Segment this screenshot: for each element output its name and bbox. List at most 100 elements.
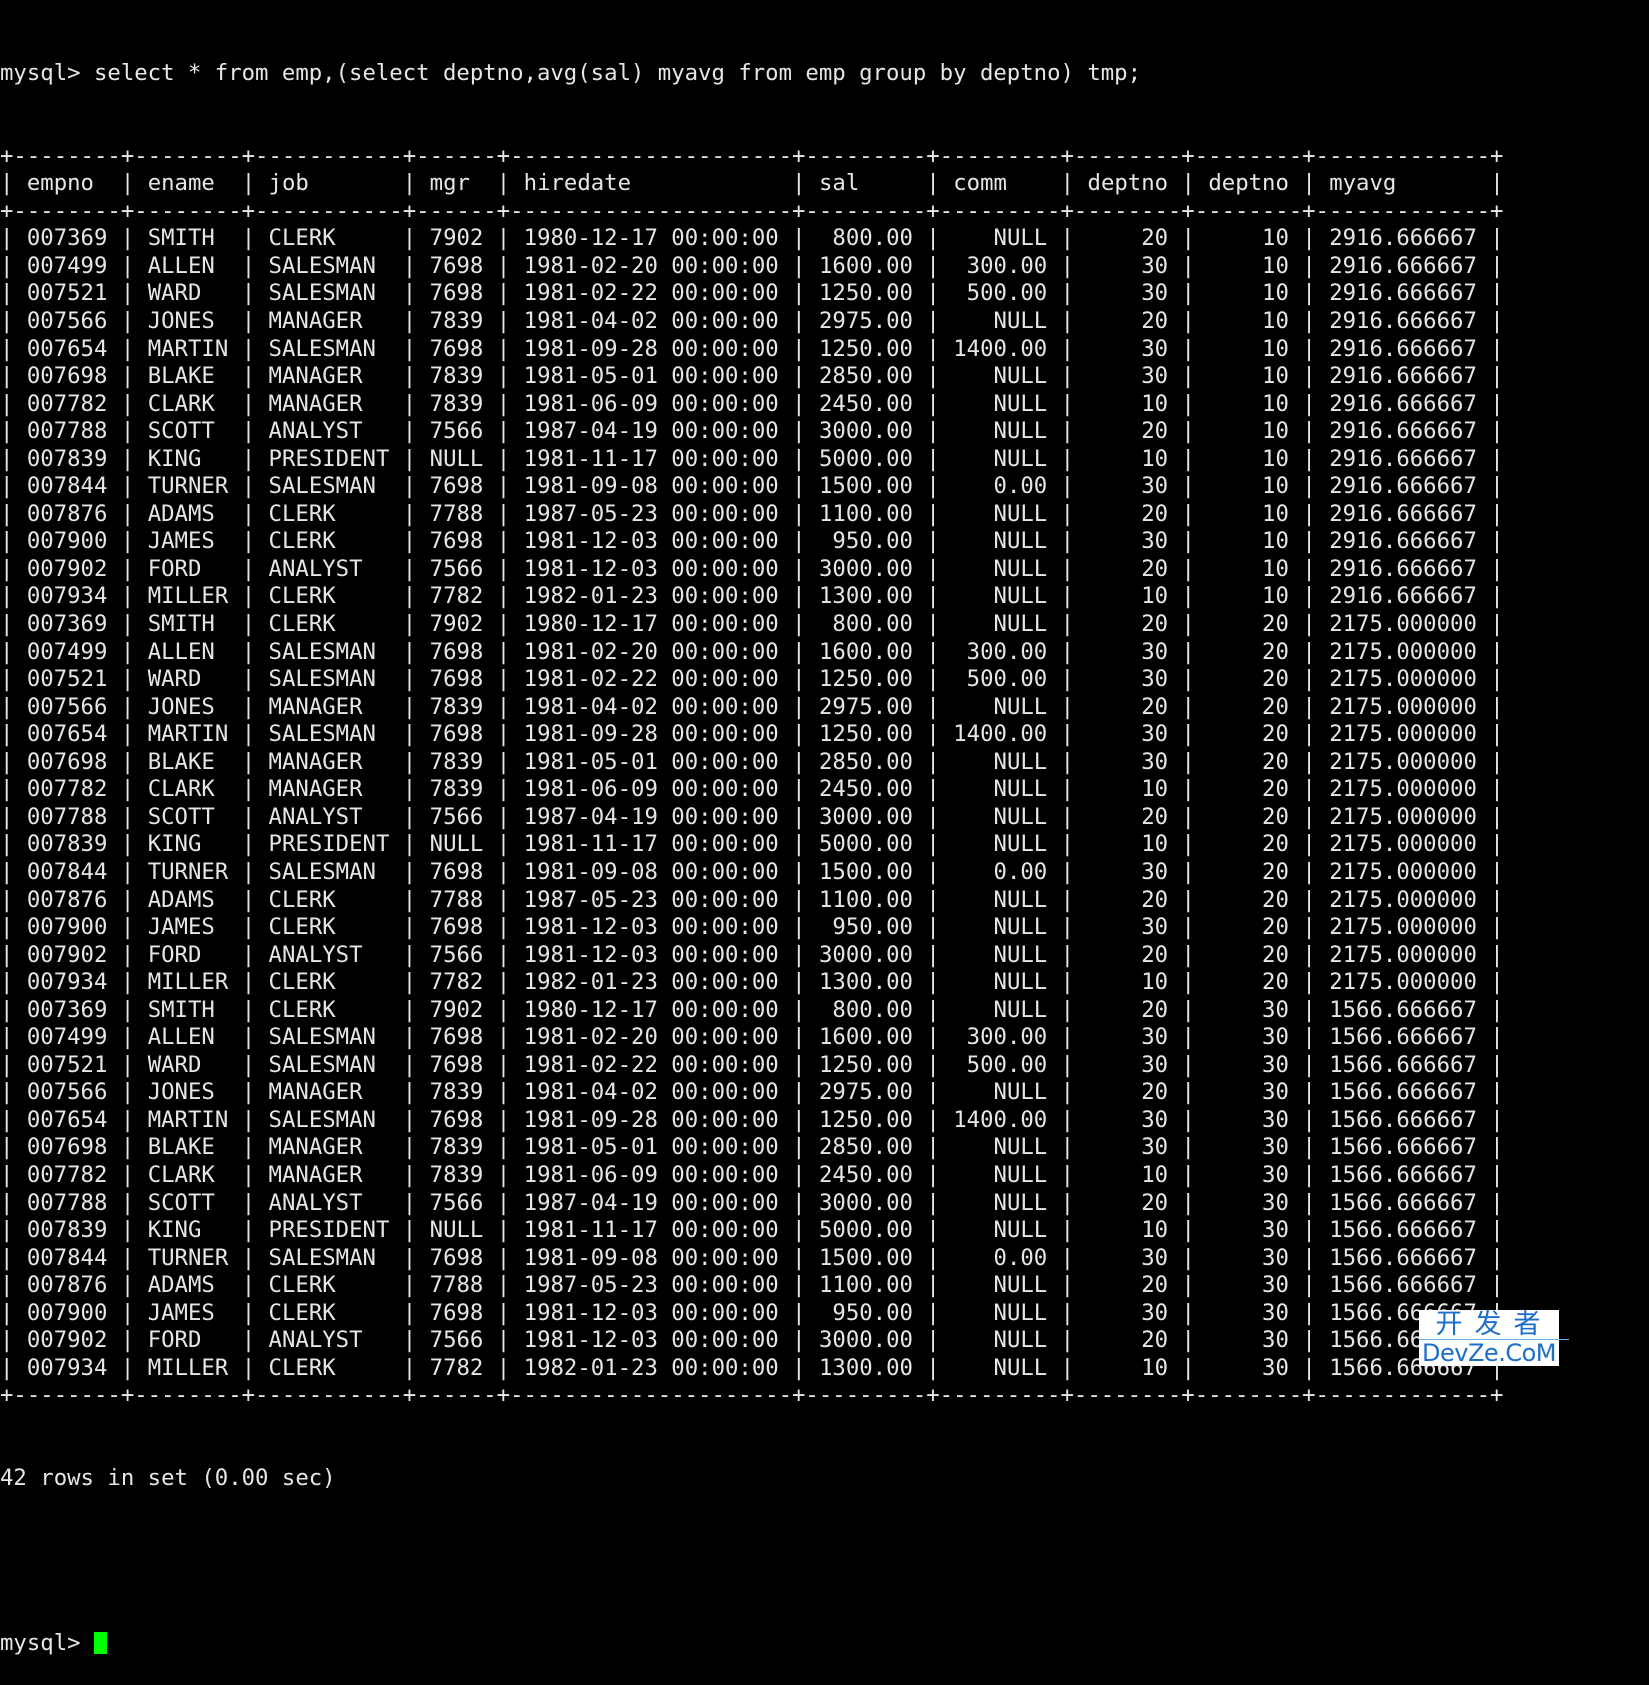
cell-empno: 007839 bbox=[13, 1217, 121, 1244]
cell-empno: 007654 bbox=[13, 721, 121, 748]
table-row: | 007566 | JONES | MANAGER | 7839 | 1981… bbox=[0, 308, 1504, 335]
cell-hiredate: 1981-12-03 00:00:00 bbox=[510, 941, 793, 968]
cell-ename: FORD bbox=[134, 941, 242, 968]
cell-job: SALESMAN bbox=[255, 858, 403, 885]
cell-deptno: 30 bbox=[1074, 748, 1182, 775]
cell-myavg: 1566.666667 bbox=[1315, 1189, 1491, 1216]
table-row: | 007839 | KING | PRESIDENT | NULL | 198… bbox=[0, 1217, 1504, 1244]
cell-comm: NULL bbox=[939, 308, 1061, 335]
cell-hiredate: 1987-05-23 00:00:00 bbox=[510, 500, 793, 527]
cell-sal: 800.00 bbox=[805, 611, 927, 638]
cell-ename: CLARK bbox=[134, 776, 242, 803]
column-header-deptno: deptno bbox=[1194, 170, 1303, 197]
table-row: | 007934 | MILLER | CLERK | 7782 | 1982-… bbox=[0, 583, 1504, 610]
cell-deptno: 30 bbox=[1074, 721, 1182, 748]
cell-job: MANAGER bbox=[255, 308, 403, 335]
cell-empno: 007934 bbox=[13, 969, 121, 996]
cell-deptno: 30 bbox=[1194, 1079, 1303, 1106]
cell-deptno: 30 bbox=[1194, 1189, 1303, 1216]
terminal-window[interactable]: mysql> select * from emp,(select deptno,… bbox=[0, 0, 1649, 1656]
cell-empno: 007698 bbox=[13, 748, 121, 775]
cell-sal: 950.00 bbox=[805, 914, 927, 941]
cell-hiredate: 1981-06-09 00:00:00 bbox=[510, 390, 793, 417]
cell-comm: 500.00 bbox=[939, 666, 1061, 693]
cell-ename: MILLER bbox=[134, 583, 242, 610]
prompt: mysql> bbox=[0, 60, 94, 87]
cell-mgr: 7566 bbox=[416, 555, 497, 582]
cell-hiredate: 1981-12-03 00:00:00 bbox=[510, 528, 793, 555]
cell-empno: 007566 bbox=[13, 1079, 121, 1106]
cell-job: CLERK bbox=[255, 1354, 403, 1381]
cell-hiredate: 1980-12-17 00:00:00 bbox=[510, 225, 793, 252]
cell-comm: 0.00 bbox=[939, 473, 1061, 500]
cell-mgr: 7839 bbox=[416, 363, 497, 390]
cell-ename: JONES bbox=[134, 308, 242, 335]
table-row: | 007788 | SCOTT | ANALYST | 7566 | 1987… bbox=[0, 803, 1504, 830]
cell-ename: SMITH bbox=[134, 611, 242, 638]
cell-deptno: 20 bbox=[1074, 1079, 1182, 1106]
cell-comm: 0.00 bbox=[939, 858, 1061, 885]
cell-ename: SCOTT bbox=[134, 1189, 242, 1216]
cell-myavg: 1566.666667 bbox=[1315, 1217, 1491, 1244]
cell-empno: 007566 bbox=[13, 693, 121, 720]
cell-ename: BLAKE bbox=[134, 748, 242, 775]
cell-mgr: 7839 bbox=[416, 776, 497, 803]
cell-myavg: 2175.000000 bbox=[1315, 721, 1491, 748]
cell-deptno: 30 bbox=[1194, 1106, 1303, 1133]
cell-myavg: 1566.666667 bbox=[1315, 1106, 1491, 1133]
cell-deptno: 30 bbox=[1074, 473, 1182, 500]
cell-ename: ADAMS bbox=[134, 886, 242, 913]
cell-deptno: 10 bbox=[1194, 252, 1303, 279]
table-row: | 007839 | KING | PRESIDENT | NULL | 198… bbox=[0, 831, 1504, 858]
cell-empno: 007788 bbox=[13, 1189, 121, 1216]
cell-mgr: 7698 bbox=[416, 335, 497, 362]
cell-job: CLERK bbox=[255, 611, 403, 638]
input-line[interactable]: mysql> bbox=[0, 1630, 1649, 1658]
cell-empno: 007654 bbox=[13, 335, 121, 362]
cell-mgr: 7566 bbox=[416, 803, 497, 830]
cell-myavg: 1566.666667 bbox=[1315, 1051, 1491, 1078]
table-row: | 007698 | BLAKE | MANAGER | 7839 | 1981… bbox=[0, 363, 1504, 390]
result-summary: 42 rows in set (0.00 sec) bbox=[0, 1464, 336, 1491]
cell-sal: 1300.00 bbox=[805, 1354, 927, 1381]
cell-hiredate: 1982-01-23 00:00:00 bbox=[510, 969, 793, 996]
cell-deptno: 20 bbox=[1074, 418, 1182, 445]
cell-deptno: 10 bbox=[1194, 445, 1303, 472]
cell-sal: 3000.00 bbox=[805, 1327, 927, 1354]
cell-hiredate: 1980-12-17 00:00:00 bbox=[510, 996, 793, 1023]
cell-deptno: 20 bbox=[1074, 1327, 1182, 1354]
cell-ename: ADAMS bbox=[134, 500, 242, 527]
cell-deptno: 30 bbox=[1074, 363, 1182, 390]
cell-sal: 1250.00 bbox=[805, 280, 927, 307]
cell-job: MANAGER bbox=[255, 363, 403, 390]
cell-hiredate: 1981-09-08 00:00:00 bbox=[510, 1244, 793, 1271]
cell-deptno: 20 bbox=[1074, 941, 1182, 968]
cell-sal: 5000.00 bbox=[805, 445, 927, 472]
cell-job: SALESMAN bbox=[255, 1051, 403, 1078]
cell-empno: 007499 bbox=[13, 1024, 121, 1051]
sql-command: select * from emp,(select deptno,avg(sal… bbox=[93, 60, 1142, 87]
cell-job: ANALYST bbox=[255, 418, 403, 445]
cell-comm: NULL bbox=[939, 1134, 1061, 1161]
table-row: | 007788 | SCOTT | ANALYST | 7566 | 1987… bbox=[0, 418, 1504, 445]
column-header-empno: empno bbox=[13, 170, 121, 197]
cell-job: ANALYST bbox=[255, 1327, 403, 1354]
cell-sal: 3000.00 bbox=[805, 941, 927, 968]
cell-empno: 007900 bbox=[13, 914, 121, 941]
cell-deptno: 20 bbox=[1194, 914, 1303, 941]
cell-job: SALESMAN bbox=[255, 473, 403, 500]
cell-deptno: 20 bbox=[1194, 748, 1303, 775]
table-row: | 007900 | JAMES | CLERK | 7698 | 1981-1… bbox=[0, 914, 1504, 941]
cell-deptno: 30 bbox=[1074, 1051, 1182, 1078]
cell-myavg: 2175.000000 bbox=[1315, 858, 1491, 885]
table-row: | 007521 | WARD | SALESMAN | 7698 | 1981… bbox=[0, 1051, 1504, 1078]
cell-ename: SMITH bbox=[134, 996, 242, 1023]
table-row: | 007698 | BLAKE | MANAGER | 7839 | 1981… bbox=[0, 1134, 1504, 1161]
column-header-hiredate: hiredate bbox=[510, 170, 793, 197]
cell-mgr: 7782 bbox=[416, 1354, 497, 1381]
cell-deptno: 10 bbox=[1194, 555, 1303, 582]
cell-empno: 007782 bbox=[13, 390, 121, 417]
cell-myavg: 2916.666667 bbox=[1315, 555, 1491, 582]
cell-sal: 2850.00 bbox=[805, 748, 927, 775]
table-header-row: | empno | ename | job | mgr | hiredate |… bbox=[0, 170, 1504, 197]
